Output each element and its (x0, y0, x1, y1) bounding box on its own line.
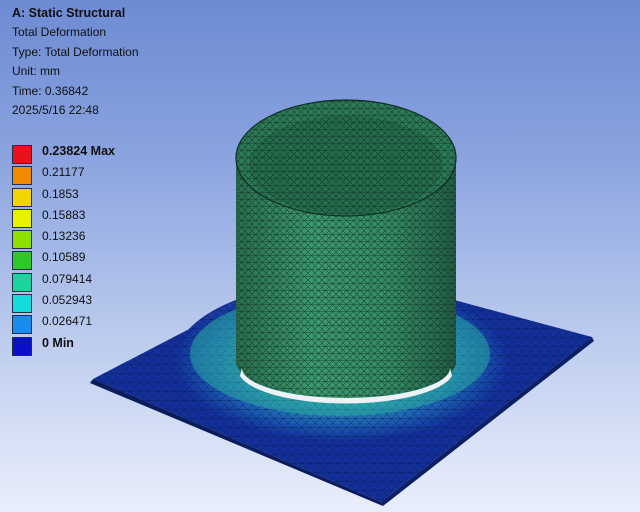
legend-label: 0 Min (42, 335, 74, 350)
legend-swatch (12, 272, 32, 292)
result-timestamp: 2025/5/16 22:48 (12, 103, 99, 118)
legend-label: 0.052943 (42, 293, 93, 308)
legend-swatch (12, 230, 32, 250)
legend-swatch (12, 251, 32, 271)
legend-swatch (12, 187, 32, 207)
legend-label: 0.13236 (42, 229, 86, 244)
graphics-viewport[interactable]: A: Static Structural Total Deformation T… (0, 0, 640, 512)
result-type: Type: Total Deformation (12, 44, 139, 59)
result-unit: Unit: mm (12, 64, 60, 79)
legend-swatch (12, 315, 32, 335)
result-info: A: Static Structural Total Deformation T… (12, 4, 139, 120)
cylinder-shell[interactable] (235, 99, 457, 404)
legend-label: 0.15883 (42, 207, 86, 222)
legend-label: 0.026471 (42, 314, 93, 329)
legend-label: 0.21177 (42, 165, 85, 180)
legend-label: 0.10589 (42, 250, 86, 265)
system-title: A: Static Structural (12, 6, 126, 20)
legend-swatch (12, 208, 32, 228)
legend-swatch (12, 336, 32, 356)
legend-swatch (12, 166, 32, 186)
legend-label: 0.1853 (42, 186, 79, 201)
legend-label: 0.23824 Max (42, 144, 115, 158)
result-name: Total Deformation (12, 25, 107, 40)
legend-label: 0.079414 (42, 271, 93, 286)
legend-swatch (12, 145, 32, 164)
legend-swatch (12, 294, 32, 314)
result-time: Time: 0.36842 (12, 83, 89, 98)
